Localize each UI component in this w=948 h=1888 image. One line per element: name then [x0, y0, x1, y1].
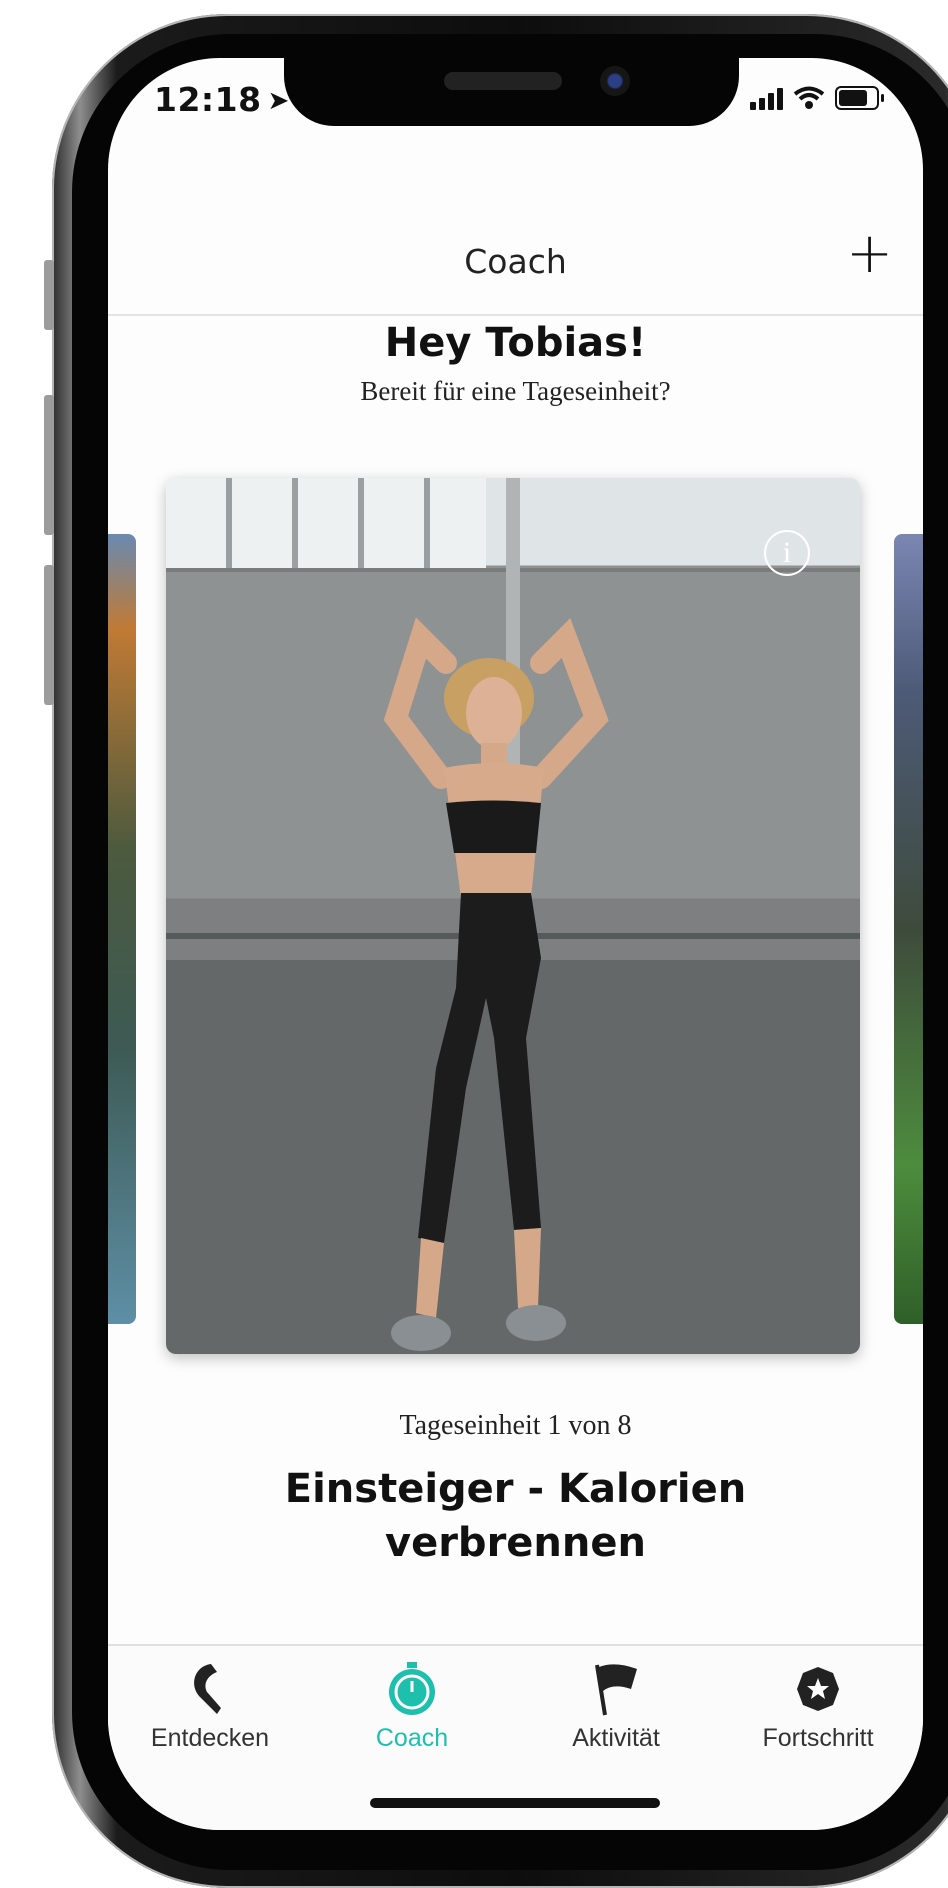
- workout-card[interactable]: i: [166, 478, 860, 1354]
- stopwatch-icon: [389, 1662, 435, 1715]
- previous-workout-card[interactable]: [108, 534, 136, 1324]
- tab-entdecken[interactable]: Entdecken: [110, 1662, 310, 1753]
- tab-label-entdecken: Entdecken: [150, 1724, 270, 1752]
- star-badge-icon: [797, 1667, 839, 1711]
- status-indicators: [750, 86, 884, 110]
- time-text: 12:18: [154, 80, 262, 119]
- location-arrow-icon: ➤: [267, 86, 290, 116]
- home-indicator[interactable]: [370, 1798, 660, 1808]
- speaker: [444, 72, 562, 90]
- add-button[interactable]: +: [846, 226, 893, 282]
- mute-switch: [44, 260, 54, 330]
- flag-icon: [595, 1664, 637, 1716]
- next-workout-card[interactable]: [894, 534, 923, 1324]
- tab-fortschritt[interactable]: Fortschritt: [718, 1662, 918, 1753]
- athlete-image: [383, 617, 609, 1351]
- tab-label-fortschritt: Fortschritt: [762, 1724, 874, 1752]
- navigation-bar: Coach +: [108, 166, 923, 316]
- session-title[interactable]: Einsteiger - Kalorien verbrennen: [208, 1462, 823, 1570]
- volume-up-button: [44, 395, 54, 535]
- tab-label-aktivitaet: Aktivität: [572, 1724, 660, 1752]
- greeting-title: Hey Tobias!: [384, 320, 647, 366]
- tab-coach[interactable]: Coach: [312, 1662, 512, 1753]
- tab-label-coach: Coach: [375, 1724, 449, 1752]
- page-title: Coach: [464, 242, 567, 281]
- battery-icon: [835, 86, 884, 110]
- volume-down-button: [44, 565, 54, 705]
- wifi-icon: [793, 86, 825, 109]
- session-counter: Tageseinheit 1 von 8: [399, 1410, 632, 1441]
- front-camera: [600, 66, 630, 96]
- greeting-subtitle: Bereit für eine Tageseinheit?: [360, 376, 671, 406]
- gym-window: [166, 478, 486, 568]
- info-button[interactable]: i: [764, 530, 810, 576]
- phone-screen: 12:18 ➤ Coach + Hey Tobias! Bereit für ei…: [108, 58, 923, 1830]
- leaf-icon: [194, 1664, 221, 1714]
- cellular-signal-icon: [750, 86, 783, 110]
- status-time: 12:18 ➤: [154, 80, 290, 119]
- tab-aktivitaet[interactable]: Aktivität: [516, 1662, 716, 1753]
- notch: [284, 58, 739, 126]
